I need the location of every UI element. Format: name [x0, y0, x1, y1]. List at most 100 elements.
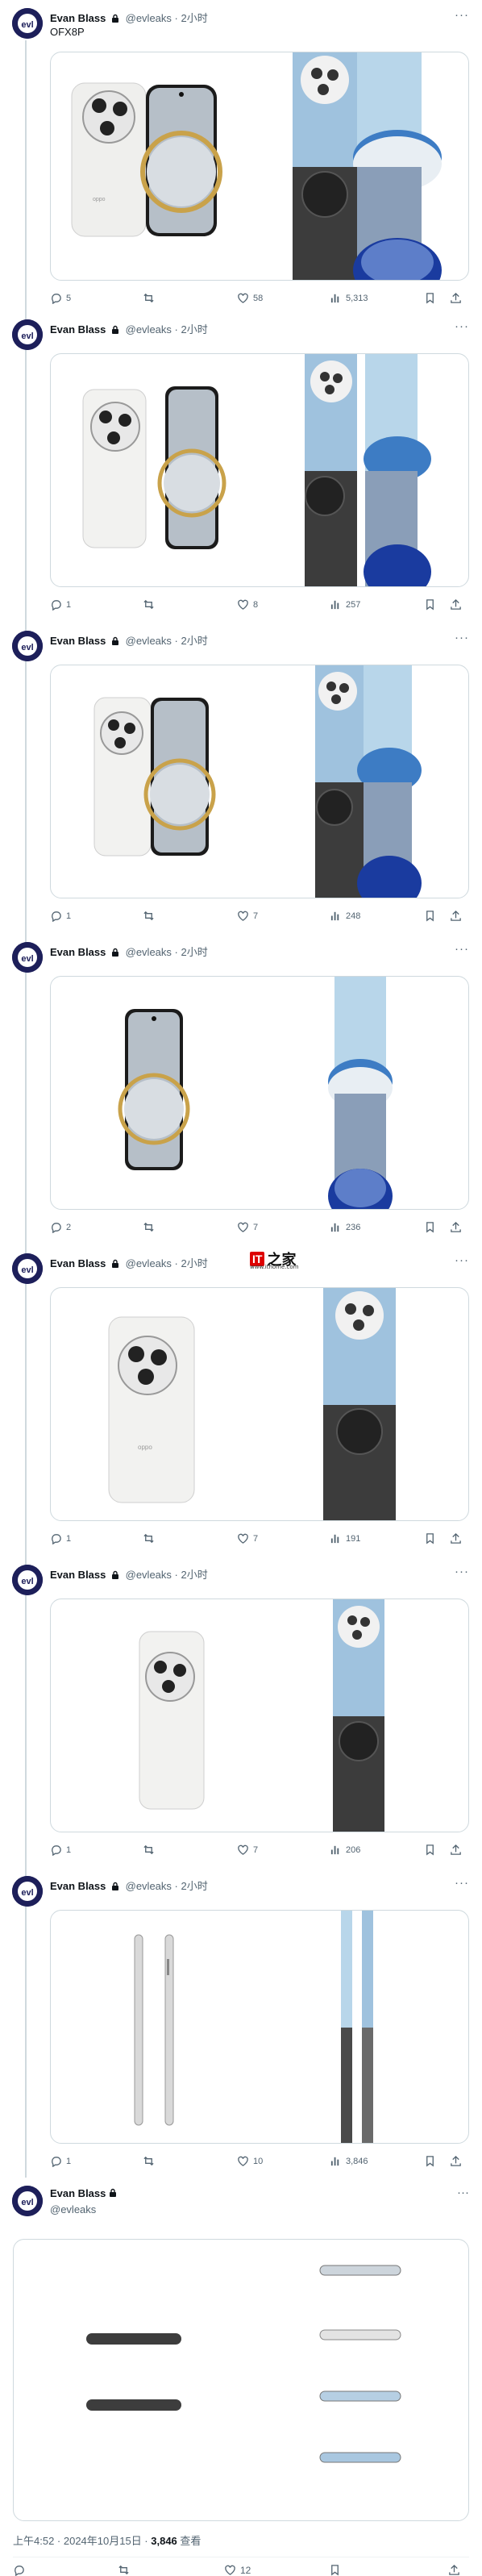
retweet-button[interactable]	[143, 1532, 155, 1544]
like-button[interactable]: 7	[237, 910, 258, 922]
like-button[interactable]: 10	[237, 2155, 263, 2167]
author-name[interactable]: Evan Blass	[50, 1257, 106, 1269]
author-name[interactable]: Evan Blass	[50, 1880, 106, 1892]
more-icon[interactable]: ···	[455, 1565, 469, 1578]
like-button[interactable]: 8	[237, 598, 258, 611]
reply-button[interactable]	[13, 2564, 25, 2576]
avatar[interactable]: evl	[12, 942, 43, 973]
like-button[interactable]: 58	[237, 292, 263, 304]
tweet-media[interactable]	[50, 665, 469, 898]
reply-button[interactable]: 2	[50, 1221, 71, 1233]
more-icon[interactable]: ···	[455, 631, 469, 644]
tweet-media[interactable]: oppo	[50, 52, 469, 281]
relative-time[interactable]: 2小时	[181, 1569, 208, 1581]
relative-time[interactable]: 2小时	[181, 12, 208, 24]
relative-time[interactable]: 2小时	[181, 946, 208, 958]
tweet-media[interactable]	[50, 976, 469, 1210]
retweet-button[interactable]	[143, 292, 155, 304]
more-icon[interactable]: ···	[455, 942, 469, 956]
author-name[interactable]: Evan Blass	[50, 635, 106, 647]
author-name[interactable]: Evan Blass	[50, 12, 106, 24]
reply-button[interactable]: 1	[50, 2155, 71, 2167]
reply-button[interactable]: 1	[50, 910, 71, 922]
avatar[interactable]: evl	[12, 2186, 43, 2216]
views-button[interactable]: 5,313	[330, 292, 368, 304]
share-button[interactable]	[450, 598, 462, 611]
author-handle[interactable]: @evleaks	[126, 635, 172, 647]
share-button[interactable]	[450, 292, 462, 304]
more-icon[interactable]: ···	[455, 319, 469, 333]
reply-button[interactable]: 5	[50, 292, 71, 304]
bookmark-button[interactable]	[424, 598, 436, 611]
author-handle[interactable]: @evleaks	[126, 1880, 172, 1892]
avatar[interactable]: evl	[12, 1565, 43, 1595]
more-icon[interactable]: ···	[457, 2186, 469, 2199]
author-handle[interactable]: @evleaks	[126, 323, 172, 336]
bookmark-button[interactable]	[424, 1844, 436, 1856]
avatar[interactable]: evl	[12, 1253, 43, 1284]
tweet-media[interactable]	[13, 2239, 469, 2521]
relative-time[interactable]: 2小时	[181, 323, 208, 336]
views-button[interactable]: 236	[330, 1221, 360, 1233]
tweet-1[interactable]: evl Evan Blass @evleaks · 2小时 ··· OFX8P …	[0, 0, 482, 304]
reply-button[interactable]: 1	[50, 1844, 71, 1856]
author-name[interactable]: Evan Blass	[50, 946, 106, 958]
like-button[interactable]: 7	[237, 1221, 258, 1233]
share-button[interactable]	[450, 1844, 462, 1856]
author-handle[interactable]: @evleaks	[126, 1569, 172, 1581]
retweet-button[interactable]	[118, 2564, 130, 2576]
reply-button[interactable]: 1	[50, 598, 71, 611]
retweet-button[interactable]	[143, 1221, 155, 1233]
author-handle[interactable]: @evleaks	[126, 946, 172, 958]
share-button[interactable]	[450, 910, 462, 922]
share-button[interactable]	[450, 1221, 462, 1233]
tweet-media[interactable]	[50, 353, 469, 587]
avatar[interactable]: evl	[12, 319, 43, 350]
author-handle[interactable]: @evleaks	[126, 12, 172, 24]
views-button[interactable]: 3,846	[330, 2155, 368, 2167]
more-icon[interactable]: ···	[455, 1876, 469, 1890]
reply-button[interactable]: 1	[50, 1532, 71, 1544]
relative-time[interactable]: 2小时	[181, 635, 208, 647]
retweet-button[interactable]	[143, 1844, 155, 1856]
avatar[interactable]: evl	[12, 8, 43, 39]
views-button[interactable]: 191	[330, 1532, 360, 1544]
share-button[interactable]	[448, 2564, 460, 2576]
like-button[interactable]: 7	[237, 1844, 258, 1856]
tweet-media[interactable]	[50, 1599, 469, 1832]
share-button[interactable]	[450, 2155, 462, 2167]
bookmark-button[interactable]	[424, 292, 436, 304]
like-button[interactable]: 12	[224, 2564, 251, 2576]
bookmark-button[interactable]	[424, 910, 436, 922]
tweet-7[interactable]: evl Evan Blass @evleaks · 2小时 ··· 1 10 3…	[0, 1868, 482, 2170]
tweet-media[interactable]	[50, 1910, 469, 2144]
more-icon[interactable]: ···	[455, 1253, 469, 1267]
timestamp[interactable]: 上午4:52 · 2024年10月15日 ·	[13, 2535, 151, 2547]
tweet-2[interactable]: evl Evan Blass @evleaks · 2小时 ··· 1 8 25…	[0, 311, 482, 614]
avatar[interactable]: evl	[12, 631, 43, 661]
author-name[interactable]: Evan Blass	[50, 1569, 106, 1581]
author-name[interactable]: Evan Blass	[50, 323, 106, 336]
bookmark-button[interactable]	[424, 1532, 436, 1544]
tweet-4[interactable]: evl Evan Blass @evleaks · 2小时 ··· 2 7 23…	[0, 934, 482, 1236]
author-handle[interactable]: @evleaks	[50, 2203, 96, 2215]
relative-time[interactable]: 2小时	[181, 1880, 208, 1892]
bookmark-button[interactable]	[329, 2564, 341, 2576]
bookmark-button[interactable]	[424, 1221, 436, 1233]
retweet-button[interactable]	[143, 598, 155, 611]
author-name[interactable]: Evan Blass	[50, 2187, 106, 2199]
tweet-5[interactable]: evl Evan Blass @evleaks · 2小时 ··· oppo 1…	[0, 1245, 482, 1548]
more-icon[interactable]: ···	[455, 8, 469, 22]
tweet-media[interactable]: oppo	[50, 1287, 469, 1521]
bookmark-button[interactable]	[424, 2155, 436, 2167]
retweet-button[interactable]	[143, 2155, 155, 2167]
views-button[interactable]: 206	[330, 1844, 360, 1856]
relative-time[interactable]: 2小时	[181, 1257, 208, 1269]
views-button[interactable]: 248	[330, 910, 360, 922]
tweet-6[interactable]: evl Evan Blass @evleaks · 2小时 ··· 1 7 20…	[0, 1557, 482, 1859]
retweet-button[interactable]	[143, 910, 155, 922]
views-button[interactable]: 257	[330, 598, 360, 611]
author-handle[interactable]: @evleaks	[126, 1257, 172, 1269]
like-button[interactable]: 7	[237, 1532, 258, 1544]
avatar[interactable]: evl	[12, 1876, 43, 1907]
